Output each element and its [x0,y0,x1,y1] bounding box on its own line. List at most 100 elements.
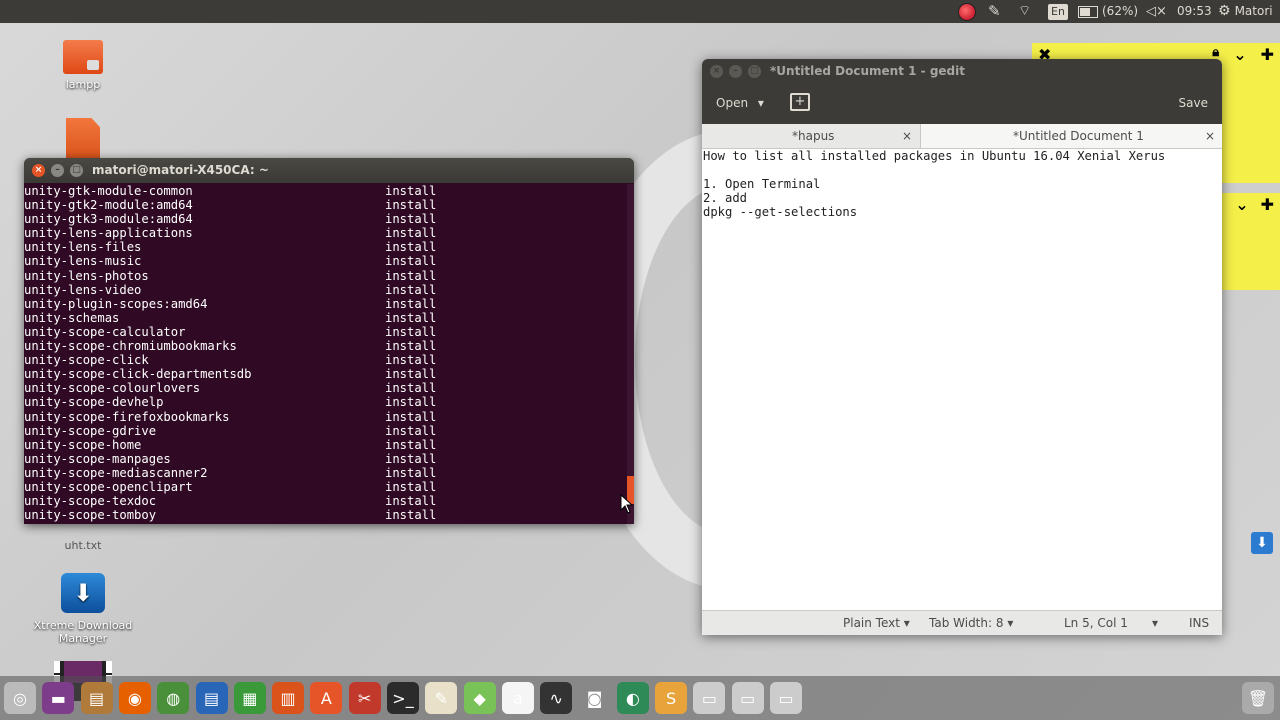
language-selector[interactable]: Plain Text ▾ [843,611,910,635]
sublime-icon[interactable]: S [655,682,688,714]
package-name: unity-scope-texdoc [24,494,157,509]
gedit-window[interactable]: × – □ *Untitled Document 1 - gedit Open … [702,59,1222,635]
tweet-icon[interactable]: ✎ [988,0,1001,23]
package-status: install [385,296,437,311]
battery-indicator[interactable]: (62%) [1078,0,1138,23]
drive-icon[interactable]: ▭ [693,682,726,714]
session-menu[interactable]: ⚙ Matori [1218,0,1273,23]
package-name: unity-lens-files [24,240,142,255]
package-name: unity-scope-gdrive [24,423,157,438]
dock: ◎ ▬ ▤ ◉ ◍ ▤ ▦ ▥ A ✂ >_ ✎ ◆ a ∿ ◙ ◐ S ▭ ▭ ▭ 🗑︎ [0,676,1280,720]
settings-icon[interactable]: ✂ [348,682,381,714]
files-icon[interactable]: ▬ [42,682,75,714]
chrome-icon[interactable]: ◍ [157,682,190,714]
desktop-icon-document[interactable] [33,118,133,160]
keyboard-indicator[interactable]: En [1048,0,1068,23]
impress-icon[interactable]: ▥ [272,682,305,714]
package-status: install [385,339,437,354]
tab-hapus[interactable]: *hapus × [702,124,920,148]
terminal-window[interactable]: × – □ matori@matori-X450CA: ~ unity-gtk-… [24,158,634,524]
package-status: install [385,494,437,509]
calc-icon[interactable]: ▦ [233,682,266,714]
terminal-line: unity-lens-music install [24,254,627,268]
package-status: install [385,184,437,198]
save-button[interactable]: Save [1179,96,1208,110]
terminal-scrollbar[interactable] [627,184,634,524]
drive-icon[interactable]: ▭ [770,682,802,714]
package-status: install [385,226,437,241]
desktop-icon-label: Xtreme Download Manager [33,619,133,645]
package-status: install [385,324,437,339]
package-name: unity-plugin-scopes:amd64 [24,296,208,311]
terminal-line: unity-lens-files install [24,240,627,254]
plus-icon[interactable]: ✚ [1261,195,1274,214]
tab-untitled-document-1[interactable]: *Untitled Document 1 × [920,124,1222,148]
insert-mode[interactable]: INS [1189,611,1209,635]
terminal-line: unity-plugin-scopes:amd64 install [24,297,627,311]
android-studio-icon[interactable]: ◆ [463,682,496,714]
sticky-note-2[interactable]: ⌄ ✚ [1220,193,1280,290]
terminal-line: unity-scope-firefoxbookmarks install [24,410,627,424]
amazon-icon[interactable]: a [501,682,534,714]
desktop-icon-xdm[interactable]: Xtreme Download Manager [33,573,133,645]
package-name: unity-scope-home [24,437,142,452]
volume-muted-icon[interactable]: ◁× [1146,0,1167,23]
minimize-icon[interactable]: – [51,164,64,177]
text-editor-icon[interactable]: ✎ [425,682,458,714]
terminal-titlebar[interactable]: × – □ matori@matori-X450CA: ~ [24,158,634,183]
system-monitor-icon[interactable]: ∿ [540,682,573,714]
editor-line: How to list all installed packages in Ub… [703,149,1166,163]
drive-icon[interactable]: ▭ [731,682,764,714]
tab-width-selector[interactable]: Tab Width: 8 ▾ [929,611,1013,635]
terminal-line: unity-lens-applications install [24,226,627,240]
desktop-icon-lampp[interactable]: lampp [33,40,133,91]
close-tab-icon[interactable]: × [1205,124,1215,148]
maximize-icon[interactable]: □ [748,65,761,78]
trash-icon[interactable]: 🗑︎ [1242,682,1274,714]
package-name: unity-gtk3-module:amd64 [24,212,193,227]
package-status: install [385,268,437,283]
package-status: install [385,465,437,480]
plus-icon[interactable]: ✚ [1261,45,1274,64]
writer-icon[interactable]: ▤ [195,682,228,714]
close-icon[interactable]: × [710,65,723,78]
package-status: install [385,508,437,523]
screenshot-icon[interactable]: ◙ [578,682,611,714]
tab-label: *hapus [792,129,835,143]
chevron-down-icon[interactable]: ⌄ [1233,45,1246,64]
firefox-icon[interactable]: ◉ [118,682,151,714]
package-name: unity-scope-openclipart [24,479,193,494]
archive-icon[interactable]: ▤ [80,682,113,714]
dash-icon[interactable]: ◎ [4,682,36,714]
package-name: unity-gtk-module-common [24,184,193,198]
globe-icon[interactable]: ◐ [616,682,649,714]
desktop-icon-uht[interactable]: uht.txt [33,539,133,552]
package-status: install [385,367,437,382]
dropdown-arrow-icon[interactable]: ▾ [1152,611,1158,635]
terminal-icon[interactable]: >_ [387,682,419,714]
close-icon[interactable]: × [32,164,45,177]
terminal-output[interactable]: unity-gtk-module-common install unity-gtk2… [24,184,627,524]
terminal-line: unity-scope-tomboy install [24,508,627,522]
download-arrow-icon[interactable]: ⬇ [1251,532,1273,554]
software-center-icon[interactable]: A [310,682,343,714]
dropdown-arrow-icon: ▾ [1007,616,1014,630]
package-status: install [385,451,437,466]
text-editor-area[interactable]: How to list all installed packages in Ub… [702,149,1222,609]
new-tab-icon[interactable]: + [790,93,810,111]
clock[interactable]: 09:53 [1177,0,1212,23]
package-status: install [385,212,437,227]
chevron-down-icon[interactable]: ⌄ [1235,195,1248,214]
terminal-line: unity-schemas install [24,311,627,325]
maximize-icon[interactable]: □ [70,164,83,177]
minimize-icon[interactable]: – [729,65,742,78]
terminal-line: unity-gtk3-module:amd64 install [24,212,627,226]
open-button[interactable]: Open ▾ [716,96,764,110]
document-tabs: *hapus × *Untitled Document 1 × [702,124,1222,149]
gedit-titlebar[interactable]: × – □ *Untitled Document 1 - gedit [702,59,1222,84]
wifi-icon[interactable]: ⌔ [1018,0,1031,23]
record-indicator-icon[interactable] [958,0,976,23]
close-tab-icon[interactable]: × [902,124,912,148]
terminal-line: unity-scope-openclipart install [24,480,627,494]
package-name: unity-gtk2-module:amd64 [24,198,193,213]
